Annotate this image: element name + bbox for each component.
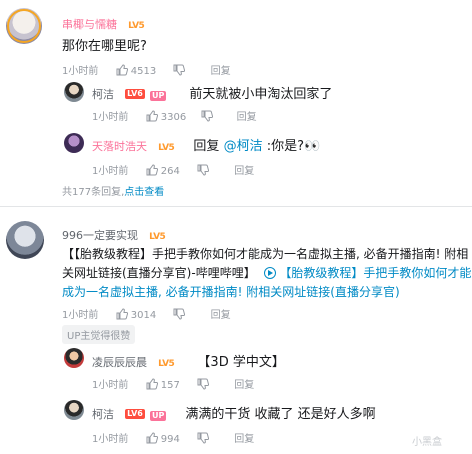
comment-header: 串椰与懦糖 LV5 [62,13,145,32]
reply-count: 共177条回复, [62,187,125,198]
reply-row: 柯洁 LV6 UP 满满的干货 收藏了 还是好人多啊 [92,403,376,422]
reply-text: 前天就被小申淘汰回家了 [189,87,333,102]
thumb-down-icon[interactable] [197,164,210,176]
reply-avatar[interactable] [64,348,84,368]
reply-prefix: 回复 [193,139,220,154]
reply-username[interactable]: 凌辰辰辰晨 [92,356,147,369]
up-liked-badge: UP主觉得很赞 [62,325,136,344]
avatar-frame [7,9,41,43]
like-count: 3014 [130,310,157,321]
thumb-down-icon[interactable] [173,308,186,320]
eyes-emoji: 👀 [304,139,321,154]
reply-button[interactable]: 回复 [237,112,257,123]
thumb-down-icon[interactable] [197,378,210,390]
video-link[interactable]: 【胎教级教程】手把手教你如何才能 [279,266,471,280]
reply-summary: 共177条回复,点击查看 [62,183,164,198]
thumb-up-icon [116,308,128,320]
reply-row: 柯洁 LV6 UP 前天就被小申淘汰回家了 [92,83,332,102]
like-count: 4513 [130,66,157,77]
timestamp: 1小时前 [92,112,129,123]
reply-text: 满满的干货 收藏了 还是好人多啊 [185,407,376,422]
reply-text: 【3D 学中文】 [197,355,285,370]
reply-row: 天落时浩天 LV5 回复 @柯洁 :你是?👀 [92,135,320,154]
reply-text: 回复 @柯洁 :你是?👀 [193,139,320,154]
reply-avatar[interactable] [64,82,84,102]
comment-text-line: 关网址链接(直播分享官)-哔哩哔哩】 【胎教级教程】手把手教你如何才能 [62,264,471,281]
like-count: 3306 [160,112,187,123]
level-badge: LV5 [158,143,175,153]
reply-avatar[interactable] [64,400,84,420]
video-link-cont[interactable]: 成为一名虚拟主播, 必备开播指南! 附相关网址链接(直播分享官) [62,283,400,300]
up-badge: UP [149,411,167,421]
username[interactable]: 996一定要实现 [62,229,138,242]
comment-meta: 1小时前 3014 回复 [62,306,231,321]
reply-meta: 1小时前 994 回复 [92,430,254,445]
like-button[interactable]: 157 [146,378,183,391]
play-circle-icon [263,267,276,279]
like-button[interactable]: 3014 [116,308,160,321]
thumb-down-icon[interactable] [197,432,210,444]
level-badge: LV5 [149,232,166,242]
timestamp: 1小时前 [92,380,129,391]
reply-button[interactable]: 回复 [234,434,254,445]
reply-button[interactable]: 回复 [234,166,254,177]
level-badge: LV6 [125,408,145,419]
like-button[interactable]: 3306 [146,110,190,123]
avatar[interactable] [6,221,44,259]
divider [0,206,472,207]
thumb-up-icon [146,432,158,444]
timestamp: 1小时前 [92,166,129,177]
reply-row: 凌辰辰辰晨 LV5 【3D 学中文】 [92,351,285,370]
username[interactable]: 串椰与懦糖 [62,18,117,31]
reply-body: :你是? [266,139,305,154]
like-button[interactable]: 264 [146,164,183,177]
level-badge: LV5 [158,359,175,369]
like-button[interactable]: 994 [146,432,183,445]
reply-button[interactable]: 回复 [234,380,254,391]
timestamp: 1小时前 [62,310,99,321]
thumb-up-icon [146,110,158,122]
timestamp: 1小时前 [62,66,99,77]
comment-text-part: 关网址链接(直播分享官)-哔哩哔哩】 [62,266,256,280]
thumb-up-icon [146,378,158,390]
like-button[interactable]: 4513 [116,64,160,77]
like-count: 157 [160,380,180,391]
reply-username[interactable]: 柯洁 [92,408,114,421]
comment-text: 那你在哪里呢? [62,39,147,54]
thumb-up-icon [146,164,158,176]
comment-header: 996一定要实现 LV5 [62,224,166,243]
level-badge: LV6 [125,88,145,99]
up-badge: UP [149,91,167,101]
comment-text-line: 【【胎教级教程】手把手教你如何才能成为一名虚拟主播, 必备开播指南! 附相 [62,247,469,261]
reply-button[interactable]: 回复 [211,310,231,321]
reply-button[interactable]: 回复 [211,66,231,77]
thumb-down-icon[interactable] [173,64,186,76]
reply-meta: 1小时前 264 回复 [92,162,254,177]
like-count: 994 [160,434,180,445]
reply-avatar[interactable] [64,133,84,153]
timestamp: 1小时前 [92,434,129,445]
reply-username[interactable]: 天落时浩天 [92,140,147,153]
reply-meta: 1小时前 3306 回复 [92,108,257,123]
watermark: 小黑盒 [412,437,442,448]
comment-meta: 1小时前 4513 回复 [62,62,231,77]
level-badge: LV5 [128,21,145,31]
thumb-down-icon[interactable] [201,110,214,122]
mention-link[interactable]: @柯洁 [224,139,263,154]
like-count: 264 [160,166,180,177]
reply-meta: 1小时前 157 回复 [92,376,254,391]
view-replies-link[interactable]: 点击查看 [124,187,164,198]
reply-username[interactable]: 柯洁 [92,88,114,101]
thumb-up-icon [116,64,128,76]
